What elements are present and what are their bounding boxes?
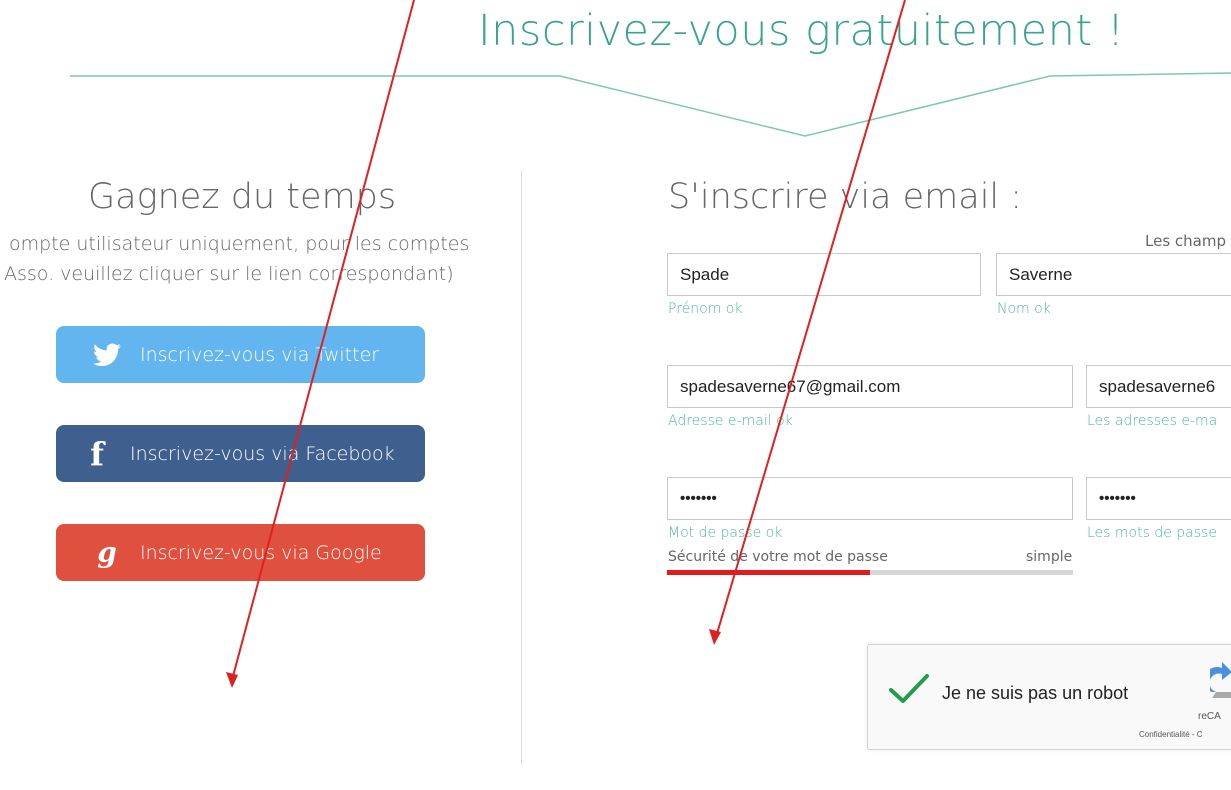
page-title: Inscrivez-vous gratuitement ! — [478, 6, 1125, 56]
annotation-arrowhead-right — [709, 629, 721, 645]
annotation-arrowhead-left — [226, 672, 238, 688]
twitter-bird-icon — [92, 340, 122, 370]
recaptcha-privacy-links[interactable]: Confidentialité - C — [1139, 730, 1203, 739]
password-field[interactable]: ••••••• — [667, 477, 1073, 520]
facebook-signup-button[interactable]: f Inscrivez-vous via Facebook — [56, 425, 425, 482]
google-signup-label: Inscrivez-vous via Google — [140, 541, 382, 564]
email-confirm-hint: Les adresses e-ma — [1087, 413, 1218, 429]
first-name-hint: Prénom ok — [668, 301, 743, 317]
google-g-icon: g — [97, 535, 117, 569]
password-confirm-field[interactable]: ••••••• — [1086, 477, 1231, 520]
required-fields-note: Les champ — [1145, 232, 1226, 250]
password-strength-label: Sécurité de votre mot de passe — [668, 549, 888, 565]
last-name-field[interactable]: Saverne — [996, 253, 1231, 296]
social-signup-title: Gagnez du temps — [88, 177, 397, 217]
email-field[interactable]: spadesaverne67@gmail.com — [667, 365, 1073, 408]
twitter-signup-label: Inscrivez-vous via Twitter — [140, 343, 380, 366]
email-hint: Adresse e-mail ok — [668, 413, 793, 429]
recaptcha-brand: reCA — [1198, 711, 1221, 722]
twitter-signup-button[interactable]: Inscrivez-vous via Twitter — [56, 326, 425, 383]
email-confirm-field[interactable]: spadesaverne6 — [1086, 365, 1231, 408]
facebook-signup-label: Inscrivez-vous via Facebook — [130, 442, 395, 465]
social-signup-subtitle-line2: Asso. veuillez cliquer sur le lien corre… — [4, 263, 454, 285]
recaptcha-logo-icon — [1210, 662, 1231, 698]
email-signup-title: S'inscrire via email : — [668, 177, 1023, 217]
last-name-hint: Nom ok — [997, 301, 1051, 317]
social-signup-subtitle-line1: ompte utilisateur uniquement, pour les c… — [9, 233, 470, 255]
password-strength-fill — [667, 570, 870, 575]
header-divider-chevron — [70, 72, 1231, 137]
checkmark-icon[interactable] — [888, 673, 930, 705]
password-confirm-hint: Les mots de passe — [1087, 525, 1217, 541]
recaptcha-label: Je ne suis pas un robot — [942, 683, 1129, 703]
password-hint: Mot de passe ok — [668, 525, 783, 541]
first-name-field[interactable]: Spade — [667, 253, 981, 296]
facebook-f-icon: f — [90, 434, 104, 473]
google-signup-button[interactable]: g Inscrivez-vous via Google — [56, 524, 425, 581]
password-strength-value: simple — [1026, 549, 1073, 565]
column-divider — [521, 170, 522, 765]
